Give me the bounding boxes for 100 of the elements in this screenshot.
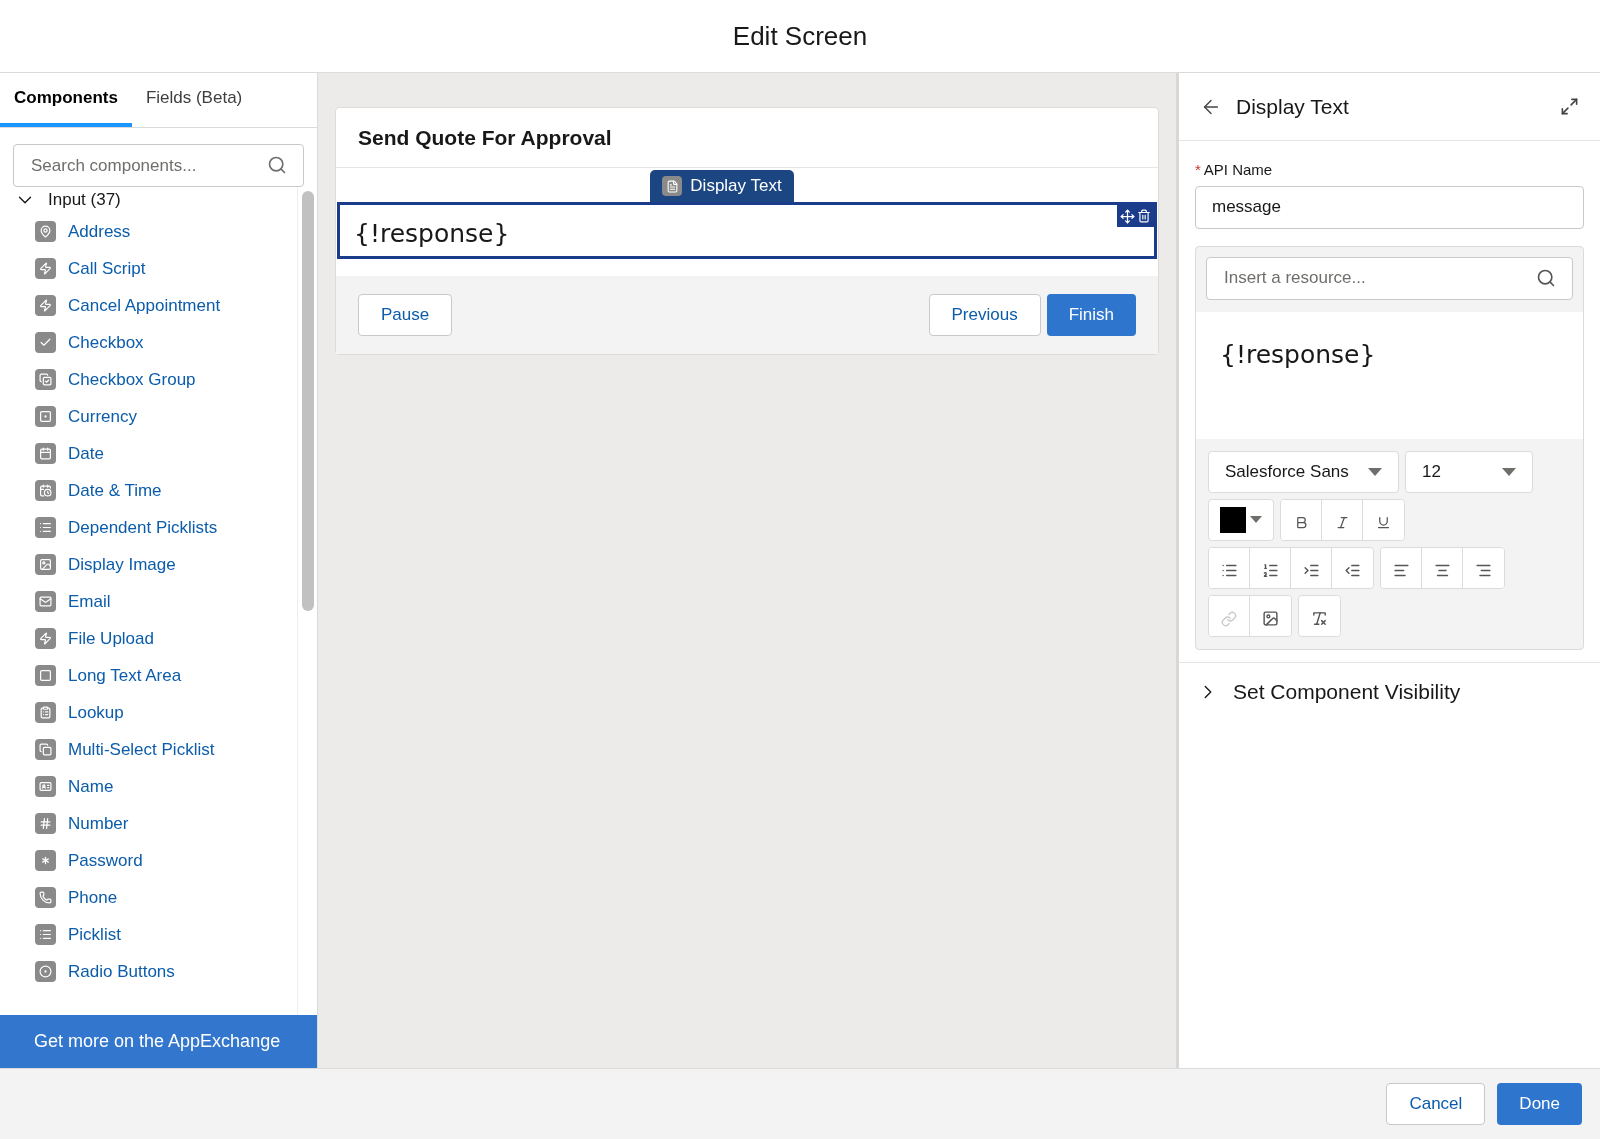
component-link[interactable]: Multi-Select Picklist [68,736,215,763]
search-field[interactable]: Search components... [13,144,304,187]
component-type-icon [35,739,56,760]
cancel-button[interactable]: Cancel [1386,1083,1486,1125]
panel-tab[interactable]: Fields (Beta) [131,73,257,127]
dropdown-caret-icon [1502,467,1516,476]
align-center-icon [1433,562,1451,579]
component-type-icon [35,295,56,316]
text-component-icon [662,176,683,196]
move-icon[interactable] [1120,208,1135,224]
component-tag-label: Display Text [690,175,782,198]
component-type-icon [35,369,56,390]
required-mark-icon: * [1195,159,1201,182]
align-left-icon [1392,562,1410,579]
component-link[interactable]: Phone [68,884,118,911]
bold-button[interactable] [1281,499,1322,540]
api-name-field[interactable]: message [1195,185,1584,229]
panel-tab[interactable]: Components [0,73,132,127]
panel-title: Display Text [1236,93,1350,120]
search-icon [1536,267,1556,288]
size-select[interactable]: 12 [1405,450,1533,493]
component-type-icon [35,776,56,797]
editor-content[interactable]: {!response} [1196,311,1583,439]
component-link[interactable]: Date & Time [68,477,162,504]
component-type-icon [35,258,56,279]
modal-title: Edit Screen [732,19,868,53]
italic-icon [1334,515,1350,530]
component-text: {!response} [353,218,510,250]
component-type-icon [35,887,56,908]
component-type-icon [35,961,56,982]
component-link[interactable]: Currency [68,403,137,430]
component-type-icon [35,406,56,427]
align-center-button[interactable] [1422,547,1463,588]
image-button[interactable] [1250,595,1291,636]
component-type-icon [35,221,56,242]
editor-text: {!response} [1220,339,1376,369]
component-type-icon [35,443,56,464]
align-right-icon [1475,562,1492,579]
component-type-icon [35,850,56,871]
component-link[interactable]: Lookup [68,699,124,726]
pause-button[interactable]: Pause [358,294,453,336]
section-toggle[interactable]: Input (37) [0,187,121,213]
component-link[interactable]: Checkbox Group [68,366,196,393]
expand-icon[interactable] [1560,97,1579,116]
component-type-icon [35,554,56,575]
component-type-icon [35,517,56,538]
image-icon [1262,610,1279,627]
selected-component[interactable]: {!response} [337,202,1157,259]
numbered-list-button[interactable] [1250,547,1291,588]
component-link[interactable]: Cancel Appointment [68,292,221,319]
api-name-label: API Name [1203,160,1273,180]
finish-button[interactable]: Finish [1046,294,1136,336]
component-link[interactable]: Address [68,218,131,245]
component-type-icon [35,480,56,501]
component-type-icon [35,813,56,834]
done-button[interactable]: Done [1497,1083,1582,1125]
component-link[interactable]: Password [68,847,143,874]
text-color-picker[interactable] [1208,498,1274,541]
appexchange-button[interactable]: Get more on the AppExchange [0,1015,317,1068]
scrollbar-thumb[interactable] [301,191,314,611]
component-type-icon [35,332,56,353]
component-link[interactable]: Radio Buttons [68,958,175,985]
indent-button[interactable] [1291,547,1332,588]
component-link[interactable]: Long Text Area [68,662,182,689]
previous-button[interactable]: Previous [928,294,1041,336]
bulleted-list-icon [1220,562,1238,579]
font-select[interactable]: Salesforce Sans [1208,450,1399,493]
outdent-icon [1344,562,1361,579]
align-left-button[interactable] [1381,547,1422,588]
component-link[interactable]: Checkbox [68,329,144,356]
component-link[interactable]: Email [68,588,111,615]
color-swatch-icon [1220,506,1246,533]
component-type-icon [35,665,56,686]
search-icon [267,155,287,175]
clear-formatting-icon [1311,610,1328,627]
numbered-list-icon [1261,562,1279,579]
resource-search-field[interactable]: Insert a resource... [1206,256,1573,300]
component-link[interactable]: Number [68,810,129,837]
delete-icon[interactable] [1137,209,1151,223]
component-link[interactable]: File Upload [68,625,154,652]
screen-title: Send Quote For Approval [358,124,612,151]
dropdown-caret-icon [1368,467,1382,476]
component-link[interactable]: Dependent Picklists [68,514,218,541]
component-link[interactable]: Date [68,440,104,467]
outdent-button[interactable] [1332,547,1373,588]
component-link[interactable]: Picklist [68,921,121,948]
bulleted-list-button[interactable] [1209,547,1250,588]
indent-icon [1302,562,1320,579]
component-link[interactable]: Display Image [68,551,176,578]
align-right-button[interactable] [1463,547,1504,588]
component-type-icon [35,702,56,723]
component-link[interactable]: Name [68,773,114,800]
component-type-icon [35,924,56,945]
visibility-toggle[interactable]: Set Component Visibility [1179,661,1600,722]
clear-formatting-button[interactable] [1299,595,1340,636]
component-type-icon [35,591,56,612]
underline-icon [1376,515,1391,530]
component-type-icon [35,628,56,649]
link-icon [1221,610,1237,627]
component-link[interactable]: Call Script [68,255,146,282]
